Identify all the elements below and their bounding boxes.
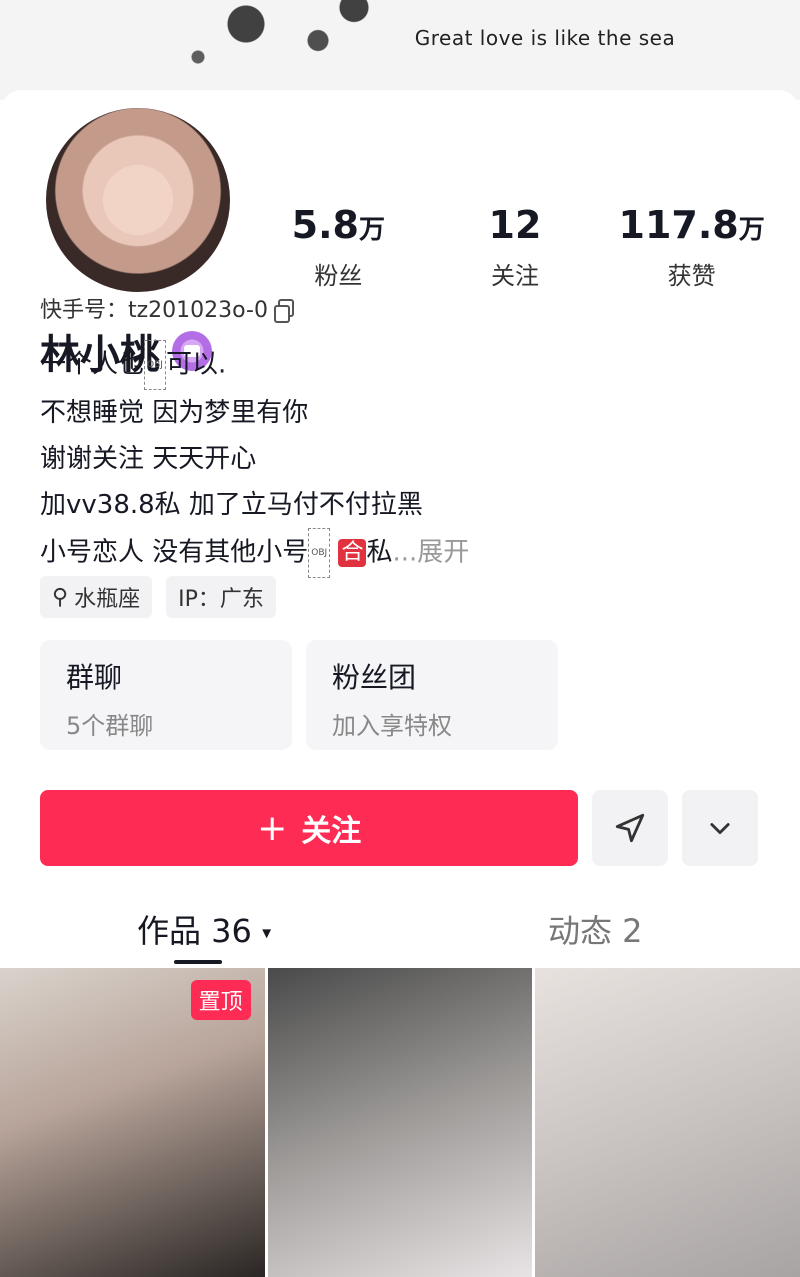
banner-text: Great love is like the sea	[414, 26, 676, 50]
bio-line-2: 不想睡觉 因为梦里有你	[40, 398, 309, 428]
more-button[interactable]	[682, 790, 758, 866]
work-thumbnail[interactable]	[267, 968, 533, 1277]
stat-following[interactable]: 12 关注	[430, 203, 600, 291]
pinned-badge: 置顶	[190, 980, 251, 1020]
actions-row: + 关注	[40, 790, 758, 866]
user-id-row[interactable]: 快手号：tz201023o-0	[40, 292, 294, 324]
works-grid: 置顶	[0, 968, 800, 1277]
stats-row: 5.8万 粉丝 12 关注 117.8万 获赞	[250, 203, 780, 291]
bio-line-4: 加vv38.8私 加了立马付不付拉黑	[40, 490, 423, 520]
tab-works[interactable]: 作品 36 ▾	[137, 906, 271, 952]
stat-likes-label: 获赞	[667, 262, 716, 290]
group-chat-card[interactable]: 群聊 5个群聊	[40, 640, 292, 750]
fan-club-card[interactable]: 粉丝团 加入享特权	[306, 640, 558, 750]
tag-ip-location: IP：广东	[166, 576, 276, 618]
groups-row: 群聊 5个群聊 粉丝团 加入享特权	[40, 640, 558, 750]
stat-followers-number: 5.8万	[291, 203, 385, 247]
bio-line-1: 一个人也 OBJ 可以.	[40, 340, 600, 390]
bio-line-5: 小号恋人 没有其他小号 OBJ 合私...展开	[40, 528, 600, 578]
share-button[interactable]	[592, 790, 669, 866]
bio[interactable]: 一个人也 OBJ 可以. 不想睡觉 因为梦里有你 谢谢关注 天天开心 加vv38.8…	[40, 340, 600, 578]
stat-likes[interactable]: 117.8万 获赞	[607, 203, 777, 291]
chevron-down-icon	[710, 823, 730, 835]
stat-followers[interactable]: 5.8万 粉丝	[253, 203, 423, 291]
content-tabs: 作品 36 ▾ 动态 2	[0, 900, 800, 968]
bio-line-3: 谢谢关注 天天开心	[40, 444, 257, 474]
send-icon	[616, 813, 645, 843]
stat-followers-label: 粉丝	[314, 262, 363, 290]
tag-zodiac[interactable]: ⚲ 水瓶座	[40, 576, 153, 618]
work-thumbnail[interactable]	[535, 968, 800, 1277]
work-thumbnail[interactable]: 置顶	[0, 968, 265, 1277]
stat-following-number: 12	[488, 203, 542, 247]
tab-active-indicator	[174, 960, 222, 964]
user-id-text: 快手号：tz201023o-0	[40, 298, 268, 323]
follow-button[interactable]: + 关注	[40, 790, 579, 866]
plus-icon: +	[257, 807, 288, 849]
tags-row: ⚲ 水瓶座 IP：广东	[40, 576, 276, 618]
expand-link[interactable]: ...展开	[392, 538, 469, 568]
stat-following-label: 关注	[490, 262, 539, 290]
copy-icon[interactable]	[273, 299, 294, 323]
avatar[interactable]	[40, 102, 236, 298]
gender-icon: ⚲	[52, 584, 69, 610]
avatar-face	[103, 165, 173, 235]
stat-likes-number: 117.8万	[618, 203, 765, 247]
caret-down-icon: ▾	[262, 922, 272, 944]
profile-banner: Great love is like the sea	[0, 0, 800, 100]
tab-moments[interactable]: 动态 2	[548, 906, 643, 952]
